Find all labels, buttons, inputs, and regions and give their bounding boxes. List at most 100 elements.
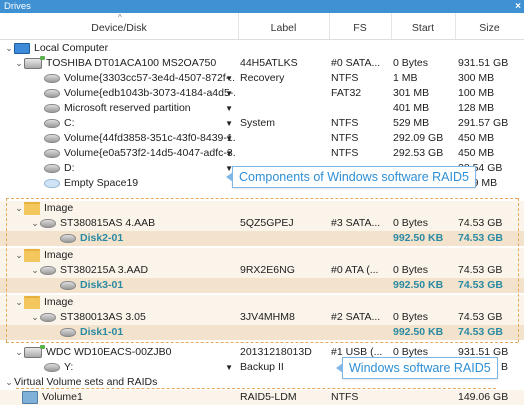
tree-row-image-disk[interactable]: ⌄ ST380215A 3.AAD 9RX2E6NG #0 ATA (... 0 … — [0, 263, 524, 278]
row-label: 20131218013D — [240, 346, 312, 358]
row-name: ST380815AS 4.AAB — [60, 217, 156, 229]
empty-space-icon — [44, 178, 60, 188]
row-name: Empty Space19 — [64, 177, 139, 189]
row-name: Virtual Volume sets and RAIDs — [14, 376, 158, 388]
tree-row-partition[interactable]: Volume{44fd3858-351c-43f0-8439-1... ▼ NTF… — [0, 131, 524, 146]
partition-icon — [60, 280, 76, 290]
row-start: 529 MB — [393, 117, 430, 129]
tree-row-local-computer[interactable]: ⌄ Local Computer — [0, 41, 524, 56]
row-start: 301 MB — [393, 87, 430, 99]
partition-icon — [44, 133, 60, 143]
row-label: 3JV4MHM8 — [240, 311, 295, 323]
dropdown-arrow-icon[interactable]: ▼ — [225, 71, 233, 86]
row-label: Recovery — [240, 72, 285, 84]
chevron-down-icon[interactable]: ⌄ — [4, 41, 14, 56]
row-fs: FAT32 — [331, 87, 362, 99]
row-start: 992.50 KB — [393, 326, 444, 338]
column-size[interactable]: Size — [455, 13, 524, 39]
row-start: 0 Bytes — [393, 264, 429, 276]
volume-icon — [22, 390, 38, 404]
row-label — [240, 131, 327, 146]
row-label: System — [240, 117, 276, 129]
chevron-down-icon[interactable]: ⌄ — [4, 375, 14, 390]
row-start: 292.09 GB — [393, 132, 444, 144]
row-name: Volume{3303cc57-3e4d-4507-872f-... — [64, 72, 235, 84]
tree-row-disk[interactable]: ⌄ TOSHIBA DT01ACA100 MS2OA750 44H5ATLKS #… — [0, 56, 524, 71]
row-name: Volume{e0a573f2-14d5-4047-adfc-3... — [64, 147, 235, 159]
tree-row-image-disk[interactable]: ⌄ ST380815AS 4.AAB 5QZ5GPEJ #3 SATA... 0 … — [0, 216, 524, 231]
partition-icon — [44, 118, 60, 128]
callout-raid-components: Components of Windows software RAID5 — [226, 166, 476, 188]
row-size: 450 MB — [458, 147, 495, 159]
row-size: 74.53 GB — [458, 264, 503, 276]
tree-row-partition[interactable]: Volume{3303cc57-3e4d-4507-872f-... ▼ Reco… — [0, 71, 524, 86]
partition-icon — [60, 233, 76, 243]
row-label: RAID5-LDM — [240, 391, 297, 403]
tree-row-raid-member[interactable]: Disk3-01 992.50 KB 74.53 GB — [0, 278, 524, 293]
row-start: 401 MB — [393, 102, 430, 114]
chevron-down-icon[interactable]: ⌄ — [14, 248, 24, 263]
tree-row-image[interactable]: ⌄ Image — [0, 248, 524, 263]
column-device[interactable]: Device/Disk — [0, 13, 239, 39]
dropdown-arrow-icon[interactable]: ▼ — [225, 360, 233, 375]
chevron-down-icon[interactable]: ⌄ — [14, 345, 24, 360]
row-name: ST380215A 3.AAD — [60, 264, 149, 276]
row-label: 5QZ5GPEJ — [240, 217, 294, 229]
row-start: 992.50 KB — [393, 232, 444, 244]
dropdown-arrow-icon[interactable]: ▼ — [225, 86, 233, 101]
row-size: 74.53 GB — [458, 279, 503, 291]
chevron-down-icon[interactable]: ⌄ — [30, 310, 40, 325]
row-start: 0 Bytes — [393, 311, 429, 323]
column-label[interactable]: Label — [238, 13, 330, 39]
row-fs: #2 SATA... — [331, 311, 381, 323]
chevron-down-icon[interactable]: ⌄ — [14, 295, 24, 310]
row-start: 0 Bytes — [393, 217, 429, 229]
row-name: Disk3-01 — [80, 279, 124, 291]
raid-components-outline-bottom — [6, 342, 518, 343]
dropdown-arrow-icon[interactable]: ▼ — [225, 131, 233, 146]
tree-row-partition[interactable]: Microsoft reserved partition ▼ 401 MB 128… — [0, 101, 524, 116]
close-icon[interactable]: × — [515, 0, 521, 13]
row-name: TOSHIBA DT01ACA100 MS2OA750 — [46, 57, 217, 69]
column-header: ^ Device/Disk Label FS Start Size — [0, 13, 524, 40]
tree-row-image-disk[interactable]: ⌄ ST380013AS 3.05 3JV4MHM8 #2 SATA... 0 B… — [0, 310, 524, 325]
dropdown-arrow-icon[interactable]: ▼ — [225, 116, 233, 131]
tree-row-partition[interactable]: C: ▼ System NTFS 529 MB 291.57 GB — [0, 116, 524, 131]
chevron-down-icon[interactable]: ⌄ — [30, 263, 40, 278]
tree-row-image[interactable]: ⌄ Image — [0, 201, 524, 216]
row-label: 9RX2E6NG — [240, 264, 295, 276]
row-start: 0 Bytes — [393, 57, 429, 69]
dropdown-arrow-icon[interactable]: ▼ — [225, 146, 233, 161]
chevron-down-icon[interactable]: ⌄ — [30, 216, 40, 231]
row-label — [240, 101, 327, 116]
row-name: D: — [64, 162, 75, 174]
tree-row-volume[interactable]: Volume1 RAID5-LDM NTFS 149.06 GB — [0, 390, 524, 405]
chevron-down-icon[interactable]: ⌄ — [14, 56, 24, 71]
row-fs: #3 SATA... — [331, 217, 381, 229]
chevron-down-icon[interactable]: ⌄ — [14, 201, 24, 216]
column-fs[interactable]: FS — [329, 13, 392, 39]
raid-components-outline-right — [518, 198, 519, 342]
row-name: Local Computer — [34, 42, 109, 54]
row-name: Image — [44, 296, 74, 308]
tree-row-raid-member[interactable]: Disk1-01 992.50 KB 74.53 GB — [0, 325, 524, 340]
column-start[interactable]: Start — [391, 13, 456, 39]
computer-icon — [14, 42, 30, 54]
row-name: Disk1-01 — [80, 326, 124, 338]
tree-row-image[interactable]: ⌄ Image — [0, 295, 524, 310]
callout-raid: Windows software RAID5 — [336, 357, 498, 379]
tree-row-partition[interactable]: Volume{edb1043b-3073-4184-a4d5-... ▼ FAT3… — [0, 86, 524, 101]
row-size: 74.53 GB — [458, 232, 503, 244]
tree-row-raid-member[interactable]: Disk2-01 992.50 KB 74.53 GB — [0, 231, 524, 246]
raid-components-outline-left — [6, 198, 7, 342]
tree-row-partition[interactable]: Volume{e0a573f2-14d5-4047-adfc-3... ▼ NTF… — [0, 146, 524, 161]
row-fs — [331, 101, 389, 116]
row-label: 44H5ATLKS — [240, 57, 298, 69]
row-name: Microsoft reserved partition — [64, 102, 191, 114]
dropdown-arrow-icon[interactable]: ▼ — [225, 101, 233, 116]
row-size: 450 MB — [458, 132, 495, 144]
folder-icon — [24, 248, 40, 262]
row-fs: NTFS — [331, 391, 359, 403]
row-start: 292.53 GB — [393, 147, 444, 159]
folder-icon — [24, 295, 40, 309]
